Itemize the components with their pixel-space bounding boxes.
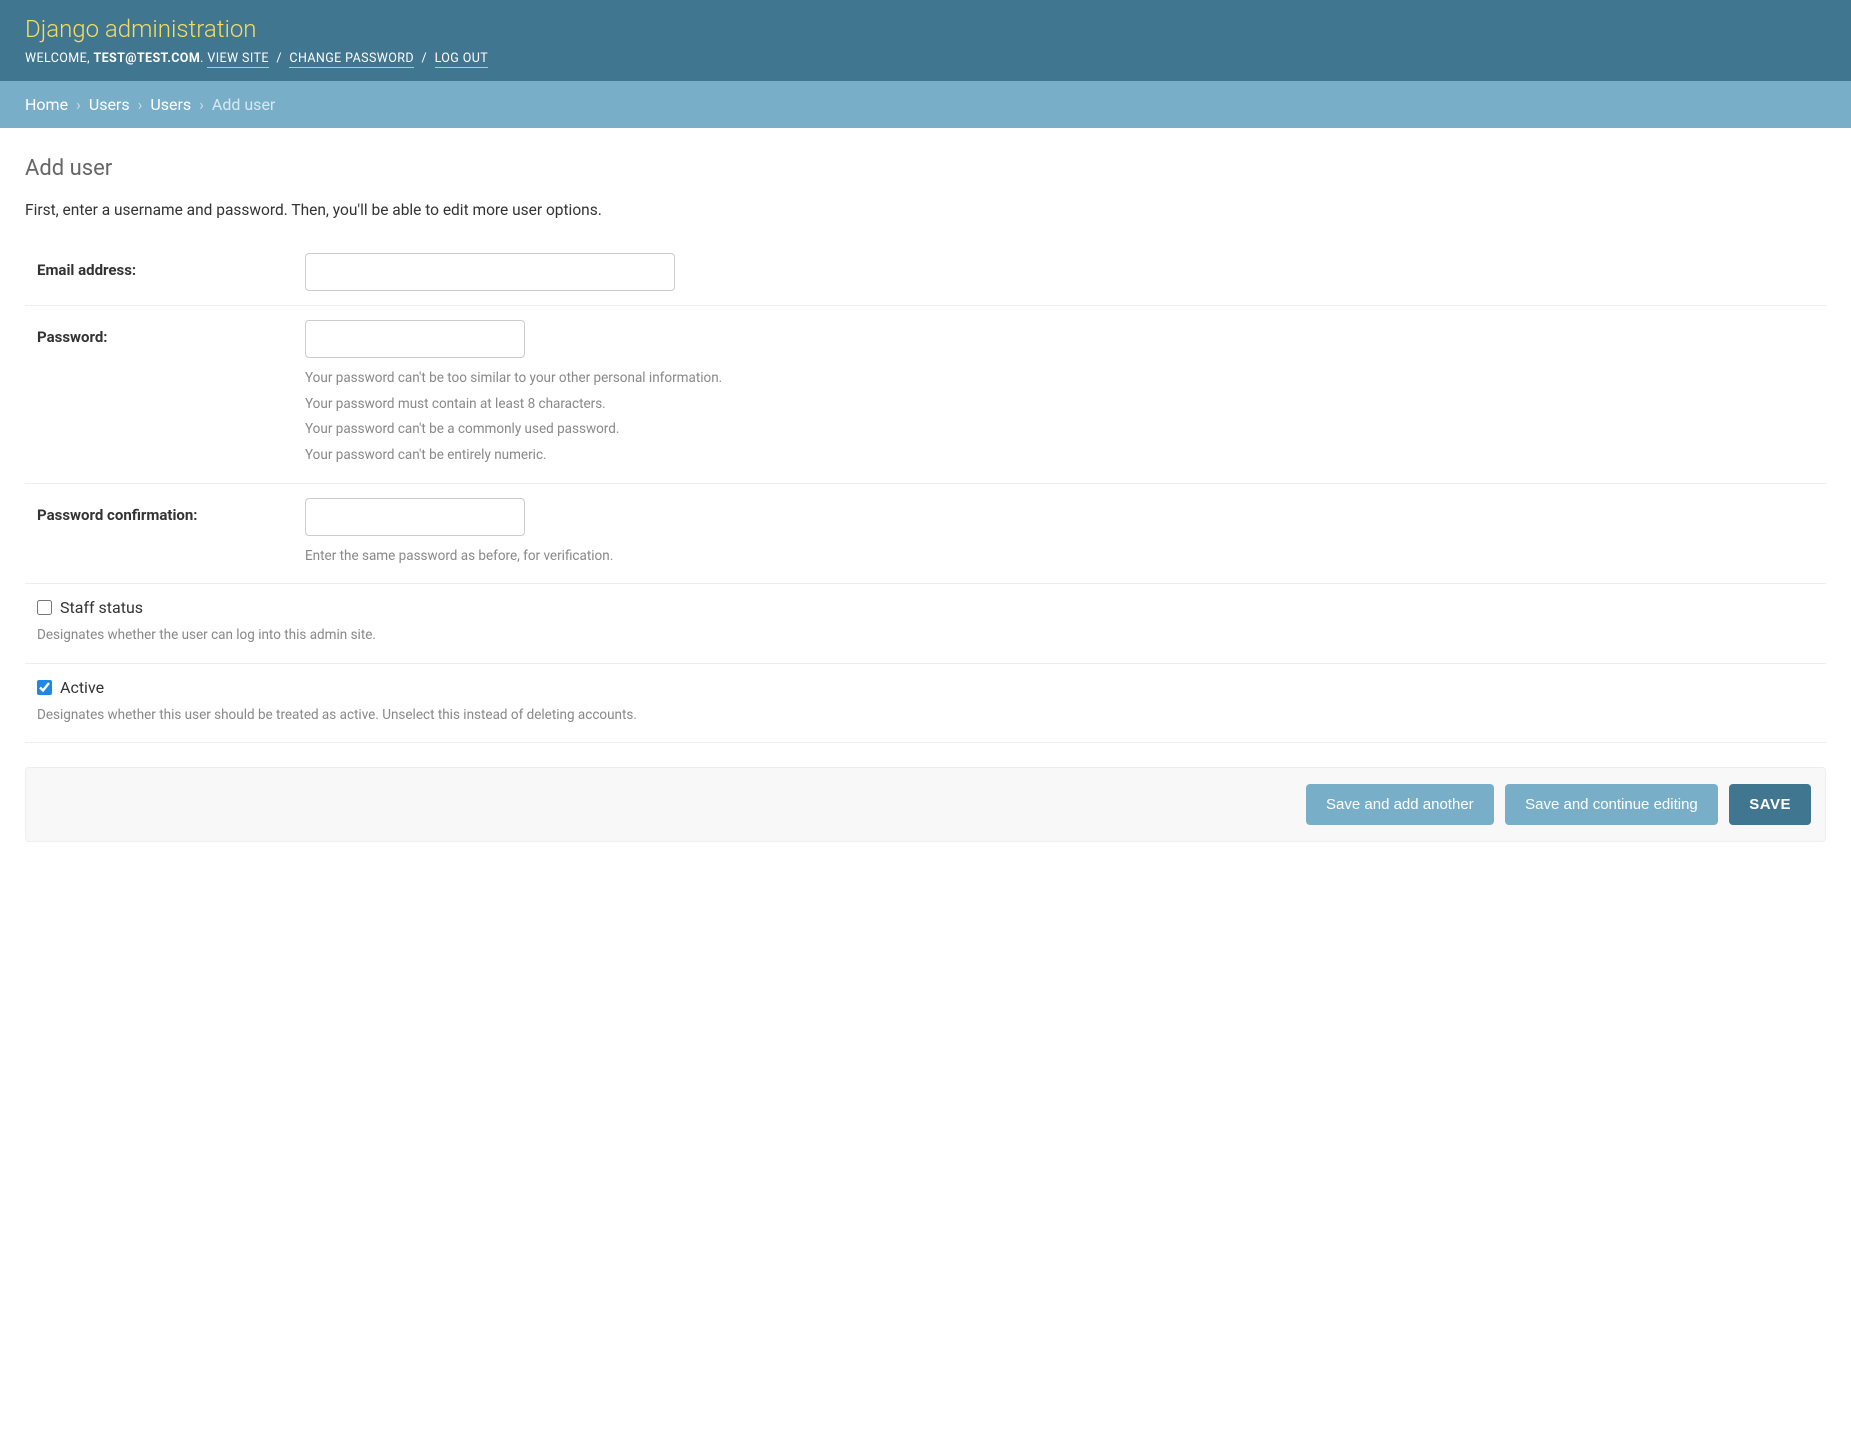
active-label[interactable]: Active bbox=[60, 678, 104, 697]
header: Django administration WELCOME, TEST@TEST… bbox=[0, 0, 1851, 81]
password-label: Password: bbox=[25, 320, 305, 346]
separator: / bbox=[418, 51, 431, 66]
email-field[interactable] bbox=[305, 253, 675, 291]
user-tools: WELCOME, TEST@TEST.COM. VIEW SITE / CHAN… bbox=[25, 51, 1826, 66]
content: Add user First, enter a username and pas… bbox=[0, 128, 1851, 862]
active-checkbox[interactable] bbox=[37, 680, 52, 695]
save-button[interactable]: SAVE bbox=[1729, 784, 1811, 825]
username: TEST@TEST.COM bbox=[93, 51, 200, 66]
password-confirm-help: Enter the same password as before, for v… bbox=[305, 544, 1826, 570]
active-help: Designates whether this user should be t… bbox=[37, 703, 1814, 729]
logout-link[interactable]: LOG OUT bbox=[435, 51, 489, 68]
staff-status-checkbox[interactable] bbox=[37, 600, 52, 615]
staff-status-label[interactable]: Staff status bbox=[60, 598, 143, 617]
row-active: Active Designates whether this user shou… bbox=[25, 664, 1826, 744]
save-add-another-button[interactable]: Save and add another bbox=[1306, 784, 1494, 825]
password-confirm-field[interactable] bbox=[305, 498, 525, 536]
breadcrumb: Home › Users › Users › Add user bbox=[0, 81, 1851, 128]
password-help-item: Your password can't be a commonly used p… bbox=[305, 417, 1826, 443]
breadcrumb-sep: › bbox=[199, 95, 204, 114]
welcome-text: WELCOME, bbox=[25, 51, 93, 66]
row-email: Email address: bbox=[25, 239, 1826, 306]
staff-status-help: Designates whether the user can log into… bbox=[37, 623, 1814, 649]
breadcrumb-users-app[interactable]: Users bbox=[89, 95, 130, 114]
breadcrumb-users-model[interactable]: Users bbox=[150, 95, 191, 114]
breadcrumb-current: Add user bbox=[212, 95, 275, 114]
breadcrumb-sep: › bbox=[138, 95, 143, 114]
page-intro: First, enter a username and password. Th… bbox=[25, 201, 1826, 219]
password-confirm-label: Password confirmation: bbox=[25, 498, 305, 524]
password-field[interactable] bbox=[305, 320, 525, 358]
email-label: Email address: bbox=[25, 253, 305, 279]
row-staff-status: Staff status Designates whether the user… bbox=[25, 584, 1826, 664]
password-help-item: Your password must contain at least 8 ch… bbox=[305, 392, 1826, 418]
save-continue-button[interactable]: Save and continue editing bbox=[1505, 784, 1718, 825]
separator: / bbox=[273, 51, 286, 66]
branding: Django administration bbox=[25, 15, 1826, 43]
row-password: Password: Your password can't be too sim… bbox=[25, 306, 1826, 484]
add-user-form: Email address: Password: Your password c… bbox=[25, 239, 1826, 842]
password-help-item: Your password can't be too similar to yo… bbox=[305, 366, 1826, 392]
page-title: Add user bbox=[25, 156, 1826, 181]
breadcrumb-home[interactable]: Home bbox=[25, 95, 68, 114]
breadcrumb-sep: › bbox=[76, 95, 81, 114]
submit-row: Save and add another Save and continue e… bbox=[25, 767, 1826, 842]
password-help-item: Your password can't be entirely numeric. bbox=[305, 443, 1826, 469]
view-site-link[interactable]: VIEW SITE bbox=[207, 51, 268, 68]
change-password-link[interactable]: CHANGE PASSWORD bbox=[289, 51, 414, 68]
site-title: Django administration bbox=[25, 15, 1826, 43]
password-help: Your password can't be too similar to yo… bbox=[305, 366, 1826, 469]
row-password-confirm: Password confirmation: Enter the same pa… bbox=[25, 484, 1826, 585]
